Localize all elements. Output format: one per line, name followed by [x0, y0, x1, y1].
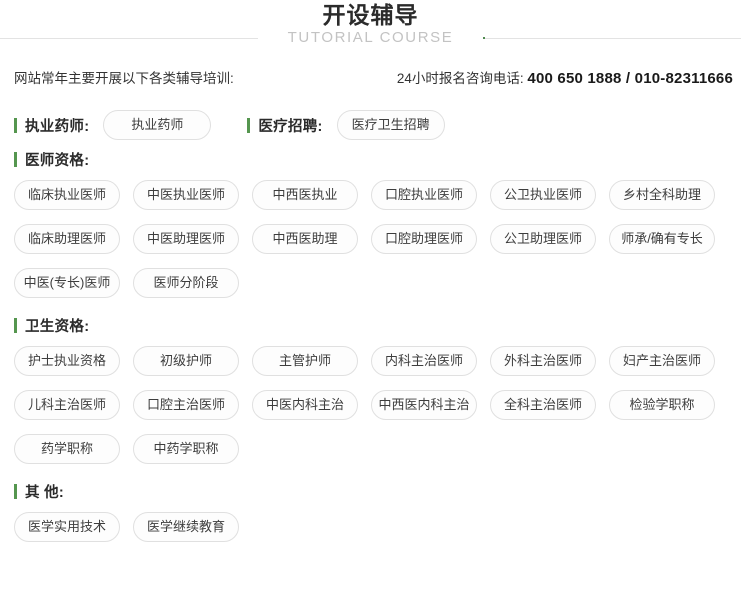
- section-label: 执业药师:: [25, 118, 90, 135]
- section-medical-recruitment: 医疗招聘: 医疗卫生招聘: [247, 110, 445, 140]
- course-pill-button[interactable]: 中医执业医师: [133, 180, 239, 210]
- course-pill-button[interactable]: 药学职称: [14, 434, 120, 464]
- page-title: 开设辅导: [322, 2, 419, 28]
- course-pill-button[interactable]: 医学继续教育: [133, 512, 239, 542]
- course-pill-button[interactable]: 医师分阶段: [133, 268, 239, 298]
- course-pill-list: 医学实用技术 医学继续教育: [0, 512, 741, 556]
- page-subtitle: TUTORIAL COURSE: [257, 27, 484, 49]
- section-accent-bar-icon: [247, 117, 251, 133]
- hotline-number: 400 650 1888 / 010-82311666: [527, 70, 733, 87]
- inline-sections-row: 执业药师: 执业药师 医疗招聘: 医疗卫生招聘: [0, 104, 741, 146]
- course-pill-button[interactable]: 中医助理医师: [133, 224, 239, 254]
- section-accent-bar-icon: [14, 151, 17, 167]
- course-pill-button[interactable]: 中医内科主治: [252, 390, 358, 420]
- course-pill-button[interactable]: 中药学职称: [133, 434, 239, 464]
- section-health-qualification: 卫生资格: 护士执业资格 初级护师 主管护师 内科主治医师 外科主治医师 妇产主…: [0, 312, 741, 478]
- course-pill-button[interactable]: 执业药师: [103, 110, 212, 140]
- course-pill-button[interactable]: 中西医助理: [252, 224, 358, 254]
- section-header: 其 他:: [0, 478, 741, 504]
- course-pill-button[interactable]: 中医(专长)医师: [14, 268, 120, 298]
- info-intro-text: 网站常年主要开展以下各类辅导培训:: [14, 71, 234, 86]
- course-pill-button[interactable]: 主管护师: [252, 346, 358, 376]
- course-pill-button[interactable]: 临床执业医师: [14, 180, 120, 210]
- course-pill-button[interactable]: 儿科主治医师: [14, 390, 120, 420]
- course-pill-button[interactable]: 公卫执业医师: [490, 180, 596, 210]
- section-other: 其 他: 医学实用技术 医学继续教育: [0, 478, 741, 556]
- course-pill-button[interactable]: 口腔主治医师: [133, 390, 239, 420]
- course-pill-button[interactable]: 检验学职称: [609, 390, 715, 420]
- course-pill-button[interactable]: 全科主治医师: [490, 390, 596, 420]
- section-label: 卫生资格:: [25, 318, 90, 335]
- course-pill-button[interactable]: 乡村全科助理: [609, 180, 715, 210]
- section-label: 医疗招聘:: [258, 118, 323, 135]
- tutorial-course-page: 开设辅导 TUTORIAL COURSE 网站常年主要开展以下各类辅导培训: 2…: [0, 0, 741, 606]
- course-pill-list: 护士执业资格 初级护师 主管护师 内科主治医师 外科主治医师 妇产主治医师 儿科…: [0, 346, 741, 478]
- course-pill-button[interactable]: 妇产主治医师: [609, 346, 715, 376]
- section-label: 其 他:: [25, 484, 65, 501]
- info-row: 网站常年主要开展以下各类辅导培训: 24小时报名咨询电话: 400 650 18…: [0, 66, 741, 92]
- course-pill-button[interactable]: 中西医内科主治: [371, 390, 477, 420]
- course-pill-button[interactable]: 初级护师: [133, 346, 239, 376]
- course-pill-button[interactable]: 师承/确有专长: [609, 224, 715, 254]
- course-pill-list: 临床执业医师 中医执业医师 中西医执业 口腔执业医师 公卫执业医师 乡村全科助理…: [0, 180, 741, 312]
- section-accent-bar-icon: [14, 317, 17, 333]
- page-subtitle-wrapper: TUTORIAL COURSE: [0, 27, 741, 49]
- section-header: 医师资格:: [0, 146, 741, 172]
- section-accent-bar-icon: [14, 117, 17, 133]
- course-pill-button[interactable]: 公卫助理医师: [490, 224, 596, 254]
- course-pill-button[interactable]: 医学实用技术: [14, 512, 120, 542]
- section-licensed-pharmacist: 执业药师: 执业药师: [14, 110, 212, 140]
- info-hotline: 24小时报名咨询电话: 400 650 1888 / 010-82311666: [397, 66, 733, 92]
- course-pill-button[interactable]: 口腔执业医师: [371, 180, 477, 210]
- course-pill-button[interactable]: 护士执业资格: [14, 346, 120, 376]
- section-accent-bar-icon: [14, 483, 17, 499]
- course-sections: 执业药师: 执业药师 医疗招聘: 医疗卫生招聘 医师资格: 临床执业医师 中医执…: [0, 104, 741, 556]
- course-pill-button[interactable]: 医疗卫生招聘: [336, 110, 445, 140]
- section-header: 卫生资格:: [0, 312, 741, 338]
- course-pill-button[interactable]: 内科主治医师: [371, 346, 477, 376]
- section-physician-qualification: 医师资格: 临床执业医师 中医执业医师 中西医执业 口腔执业医师 公卫执业医师 …: [0, 146, 741, 312]
- course-pill-button[interactable]: 中西医执业: [252, 180, 358, 210]
- hotline-label: 24小时报名咨询电话:: [396, 71, 524, 86]
- course-pill-button[interactable]: 外科主治医师: [490, 346, 596, 376]
- section-label: 医师资格:: [25, 152, 90, 169]
- page-header: 开设辅导 TUTORIAL COURSE: [0, 0, 741, 58]
- course-pill-button[interactable]: 口腔助理医师: [371, 224, 477, 254]
- course-pill-button[interactable]: 临床助理医师: [14, 224, 120, 254]
